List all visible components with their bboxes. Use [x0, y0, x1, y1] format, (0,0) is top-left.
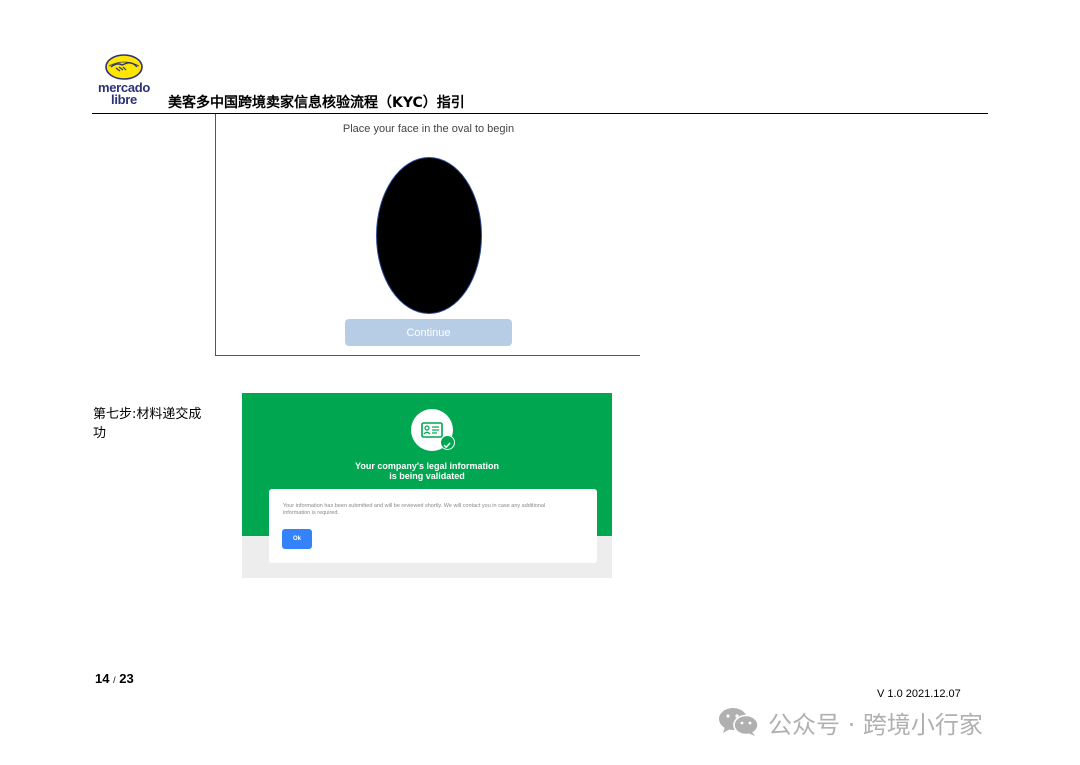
- logo-wordmark: mercado libre: [92, 81, 156, 107]
- document-title: 美客多中国跨境卖家信息核验流程（KYC）指引: [168, 95, 465, 111]
- validation-title: Your company's legal information is bein…: [242, 461, 612, 481]
- watermark-text: 公众号 · 跨境小行家: [768, 710, 983, 739]
- watermark: 公众号 · 跨境小行家: [716, 702, 983, 742]
- check-badge: [440, 435, 455, 450]
- page-number: 14 / 23: [95, 671, 134, 686]
- page-separator: /: [113, 675, 116, 685]
- mercado-libre-logo: mercado libre: [92, 54, 156, 110]
- validation-title-line-2: is being validated: [389, 471, 465, 481]
- validation-card: Your information has been submitted and …: [269, 489, 597, 563]
- validation-panel: Your company's legal information is bein…: [242, 393, 612, 578]
- version-date: V 1.0 2021.12.07: [877, 688, 961, 700]
- continue-button[interactable]: Continue: [345, 319, 512, 346]
- step-label: 第七步:材料递交成功: [93, 407, 202, 441]
- face-oval: [376, 157, 482, 314]
- wechat-icon: [719, 708, 759, 736]
- validation-message: Your information has been submitted and …: [283, 503, 546, 516]
- check-icon: [443, 442, 451, 449]
- page-current: 14: [95, 671, 110, 686]
- face-prompt-text: Place your face in the oval to begin: [342, 123, 515, 135]
- handshake-logo-icon: [105, 54, 143, 80]
- validation-title-line-1: Your company's legal information: [355, 461, 499, 471]
- page-total: 23: [119, 671, 134, 686]
- face-capture-panel: Place your face in the oval to begin Con…: [215, 114, 640, 356]
- ok-button[interactable]: Ok: [282, 529, 312, 549]
- logo-line-2: libre: [111, 92, 137, 107]
